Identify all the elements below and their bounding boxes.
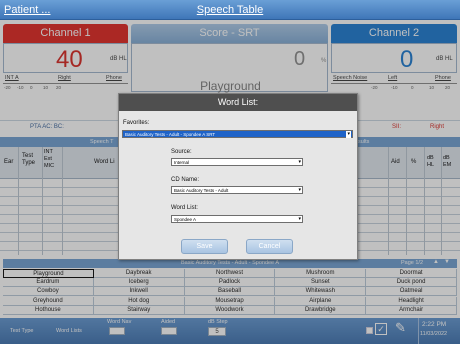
chevron-down-icon: ▾ — [346, 131, 351, 138]
chevron-down-icon: ▾ — [298, 159, 301, 165]
chevron-down-icon: ▾ — [298, 187, 301, 193]
dialog-title: Word List: — [119, 94, 357, 111]
source-select[interactable]: Internal ▾ — [171, 158, 303, 166]
word-list-select[interactable]: Spondee A ▾ — [171, 215, 303, 223]
source-value: Internal — [174, 160, 190, 165]
favorites-select[interactable]: Basic Auditory Tests - Adult - Spondee A… — [122, 130, 353, 138]
cancel-button[interactable]: Cancel — [246, 239, 293, 254]
source-label: Source: — [171, 149, 192, 155]
word-list-label: Word List: — [171, 205, 198, 211]
cd-name-value: Basic Auditory Tests - Adult — [174, 188, 229, 193]
cd-name-select[interactable]: Basic Auditory Tests - Adult ▾ — [171, 186, 303, 194]
favorites-value: Basic Auditory Tests - Adult - Spondee A… — [125, 132, 216, 137]
favorites-label: Favorites: — [123, 120, 150, 126]
cd-name-label: CD Name: — [171, 177, 200, 183]
word-list-dialog: Word List: Favorites: Basic Auditory Tes… — [118, 93, 358, 260]
chevron-down-icon: ▾ — [298, 216, 301, 222]
top-bar: Patient ... Speech Table — [0, 0, 460, 20]
speech-table-screen: Patient ... Speech Table Channel 1 40 dB… — [0, 0, 460, 344]
word-list-value: Spondee A — [174, 217, 197, 222]
save-button[interactable]: Save — [181, 239, 228, 254]
page-title[interactable]: Speech Table — [0, 0, 460, 20]
